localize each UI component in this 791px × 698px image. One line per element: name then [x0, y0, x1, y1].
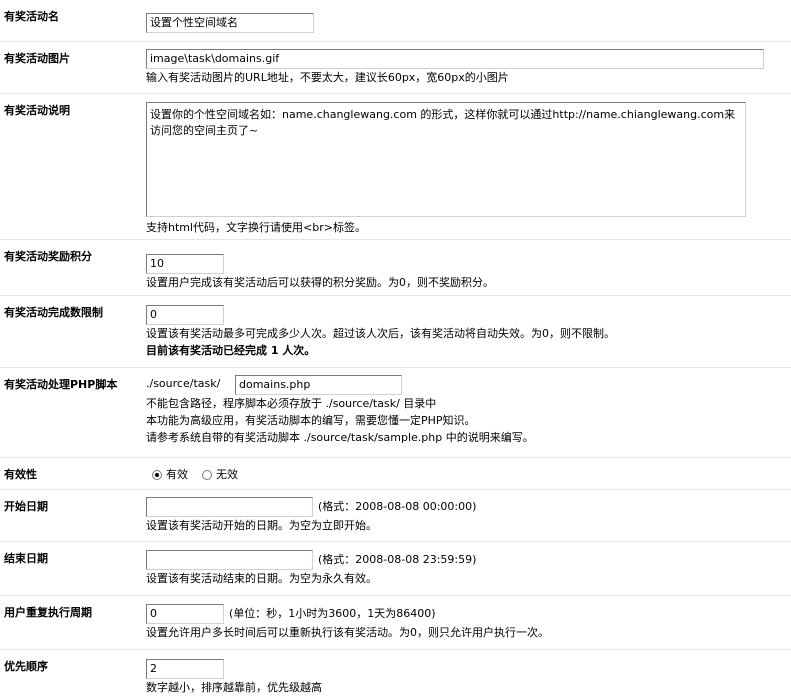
available-yes-radio[interactable]: [152, 470, 162, 480]
row-task-name: 有奖活动名 设置个性空间域名: [0, 0, 791, 42]
task-period-input[interactable]: 0: [146, 604, 224, 624]
row-task-start: 开始日期 (格式：2008-08-08 00:00:00) 设置该有奖活动开始的…: [0, 490, 791, 542]
task-end-input[interactable]: [146, 550, 313, 570]
task-period-unit: (单位：秒，1小时为3600，1天为86400): [229, 607, 436, 620]
task-description-label: 有奖活动说明: [4, 104, 70, 117]
task-end-label: 结束日期: [4, 552, 48, 565]
available-yes-label[interactable]: 有效: [166, 468, 188, 482]
available-no-radio[interactable]: [202, 470, 212, 480]
task-description-note: 支持html代码，文字换行请使用<br>标签。: [146, 221, 366, 234]
task-end-format: (格式：2008-08-08 23:59:59): [318, 553, 477, 566]
task-script-note-3: 请参考系统自带的有奖活动脚本 ./source/task/sample.php …: [146, 431, 534, 444]
row-task-script: 有奖活动处理PHP脚本 ./source/task/ domains.php 不…: [0, 368, 791, 458]
task-period-label: 用户重复执行周期: [4, 606, 92, 619]
task-credit-label: 有奖活动奖励积分: [4, 250, 92, 263]
task-form: 有奖活动名 设置个性空间域名 有奖活动图片 image\task\domains…: [0, 0, 791, 698]
task-script-prefix: ./source/task/: [146, 377, 221, 390]
task-description-textarea[interactable]: 设置你的个性空间域名如：name.changlewang.com 的形式，这样你…: [146, 102, 746, 217]
task-limit-label: 有奖活动完成数限制: [4, 306, 103, 319]
task-image-input[interactable]: image\task\domains.gif: [146, 49, 764, 69]
task-period-note: 设置允许用户多长时间后可以重新执行该有奖活动。为0，则只允许用户执行一次。: [146, 626, 549, 639]
task-start-format: (格式：2008-08-08 00:00:00): [318, 500, 477, 513]
task-end-note: 设置该有奖活动结束的日期。为空为永久有效。: [146, 572, 377, 585]
row-task-credit: 有奖活动奖励积分 10 设置用户完成该有奖活动后可以获得的积分奖励。为0，则不奖…: [0, 240, 791, 296]
task-order-input[interactable]: 2: [146, 659, 224, 679]
task-order-note: 数字越小，排序越靠前，优先级越高: [146, 681, 322, 694]
task-credit-note: 设置用户完成该有奖活动后可以获得的积分奖励。为0，则不奖励积分。: [146, 276, 494, 289]
row-task-image: 有奖活动图片 image\task\domains.gif 输入有奖活动图片的U…: [0, 42, 791, 94]
task-credit-input[interactable]: 10: [146, 254, 224, 274]
task-image-note: 输入有奖活动图片的URL地址，不要太大，建议长60px，宽60px的小图片: [146, 71, 509, 84]
row-task-available: 有效性 有效 无效: [0, 458, 791, 490]
row-task-period: 用户重复执行周期 0 (单位：秒，1小时为3600，1天为86400) 设置允许…: [0, 596, 791, 650]
task-available-label: 有效性: [4, 468, 37, 481]
task-script-label: 有奖活动处理PHP脚本: [4, 378, 118, 391]
task-image-label: 有奖活动图片: [4, 52, 70, 65]
task-start-input[interactable]: [146, 497, 313, 517]
task-script-note-1: 不能包含路径，程序脚本必须存放于 ./source/task/ 目录中: [146, 397, 437, 410]
task-name-input[interactable]: 设置个性空间域名: [146, 13, 314, 33]
task-script-input[interactable]: domains.php: [235, 375, 402, 395]
task-name-label: 有奖活动名: [4, 10, 59, 23]
task-limit-note: 设置该有奖活动最多可完成多少人次。超过该人次后，该有奖活动将自动失效。为0，则不…: [146, 327, 615, 340]
task-order-label: 优先顺序: [4, 660, 48, 673]
row-task-limit: 有奖活动完成数限制 0 设置该有奖活动最多可完成多少人次。超过该人次后，该有奖活…: [0, 296, 791, 368]
row-task-end: 结束日期 (格式：2008-08-08 23:59:59) 设置该有奖活动结束的…: [0, 542, 791, 596]
task-start-label: 开始日期: [4, 500, 48, 513]
row-task-description: 有奖活动说明 设置你的个性空间域名如：name.changlewang.com …: [0, 94, 791, 240]
available-no-label[interactable]: 无效: [216, 468, 238, 482]
task-script-note-2: 本功能为高级应用，有奖活动脚本的编写，需要您懂一定PHP知识。: [146, 414, 476, 427]
task-limit-input[interactable]: 0: [146, 305, 224, 325]
task-limit-status: 目前该有奖活动已经完成 1 人次。: [146, 344, 316, 357]
row-task-order: 优先顺序 2 数字越小，排序越靠前，优先级越高: [0, 650, 791, 698]
task-start-note: 设置该有奖活动开始的日期。为空为立即开始。: [146, 519, 377, 532]
